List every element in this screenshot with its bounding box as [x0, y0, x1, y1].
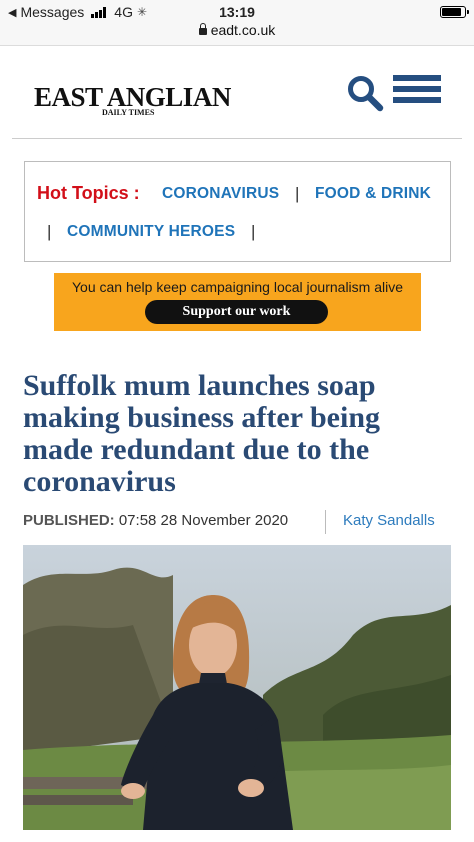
author-link[interactable]: Katy Sandalls	[343, 512, 435, 529]
support-banner: You can help keep campaigning local jour…	[54, 273, 421, 331]
logo-title: EAST ANGLIAN	[34, 82, 231, 112]
published-date: 07:58 28 November 2020	[118, 512, 289, 529]
hot-topics-label: Hot Topics :	[37, 183, 140, 203]
hot-topics-box: Hot Topics : CORONAVIRUS | FOOD & DRINK …	[24, 161, 451, 262]
topic-link-food-drink[interactable]: FOOD & DRINK	[315, 185, 431, 203]
topic-separator: |	[295, 184, 300, 203]
support-banner-text: You can help keep campaigning local jour…	[71, 279, 404, 295]
header-divider	[12, 138, 462, 139]
logo-subtitle: DAILY TIMES	[102, 108, 155, 117]
woman-outdoors-photo	[23, 545, 451, 830]
support-our-work-button[interactable]: Support our work	[145, 300, 328, 324]
hamburger-menu-icon[interactable]	[393, 75, 441, 109]
search-button[interactable]	[346, 74, 384, 112]
published-label: PUBLISHED:	[23, 512, 115, 529]
article-published: PUBLISHED: 07:58 28 November 2020	[23, 512, 288, 529]
topic-link-coronavirus[interactable]: CORONAVIRUS	[162, 185, 279, 203]
browser-status-bar: ◀ Messages 4G ✳ 13:19 eadt.co.uk	[0, 0, 474, 46]
battery-icon	[440, 6, 469, 18]
search-icon	[348, 76, 384, 112]
lock-icon	[198, 23, 207, 35]
url-bar[interactable]: eadt.co.uk	[0, 22, 474, 38]
url-domain[interactable]: eadt.co.uk	[211, 22, 276, 38]
topic-separator: |	[251, 222, 256, 241]
site-logo[interactable]: EAST ANGLIAN DAILY TIMES	[34, 82, 231, 118]
article-photo[interactable]	[23, 545, 451, 830]
article-headline: Suffolk mum launches soap making busines…	[23, 369, 381, 498]
topic-separator: |	[47, 222, 52, 241]
topic-link-community-heroes[interactable]: COMMUNITY HEROES	[67, 223, 235, 241]
status-time: 13:19	[219, 4, 255, 20]
meta-divider	[325, 510, 326, 534]
